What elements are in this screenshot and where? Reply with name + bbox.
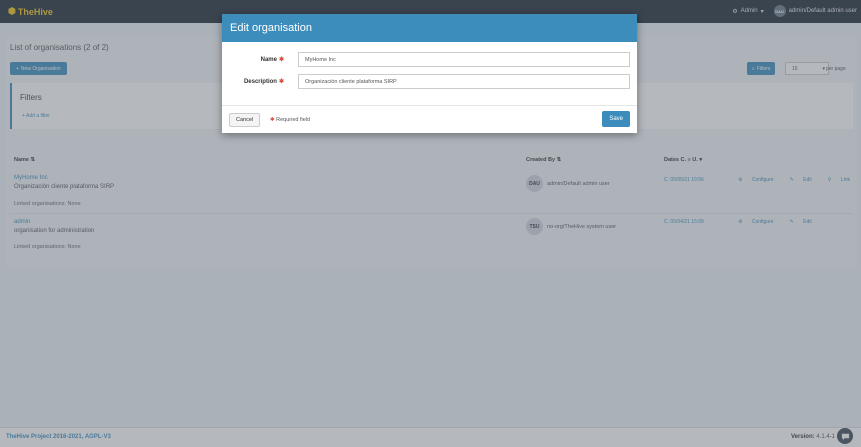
name-input[interactable]: MyHome Inc (298, 52, 630, 67)
required-field-note: ✱ Required field (268, 117, 310, 123)
modal-title: Edit organisation (222, 14, 637, 42)
description-form-row: Description ✱ Organización cliente plataf… (222, 74, 637, 89)
name-form-row: Name ✱ MyHome Inc (222, 52, 637, 67)
name-label: Name ✱ (222, 56, 284, 63)
description-label: Description ✱ (222, 78, 284, 85)
description-label-text: Description (243, 79, 277, 85)
save-button[interactable]: Save (602, 111, 630, 127)
description-input[interactable]: Organización cliente plataforma SIRP (298, 74, 630, 89)
required-asterisk-icon: ✱ (278, 57, 284, 63)
required-asterisk-icon: ✱ (278, 79, 284, 85)
required-field-text: Required field (276, 117, 311, 123)
modal-footer: Cancel ✱ Required field Save (222, 105, 637, 133)
required-asterisk-icon: ✱ (270, 117, 275, 123)
name-label-text: Name (260, 57, 277, 63)
edit-organisation-modal: Edit organisation Name ✱ MyHome Inc Descr… (222, 14, 637, 133)
cancel-button[interactable]: Cancel (229, 113, 261, 127)
